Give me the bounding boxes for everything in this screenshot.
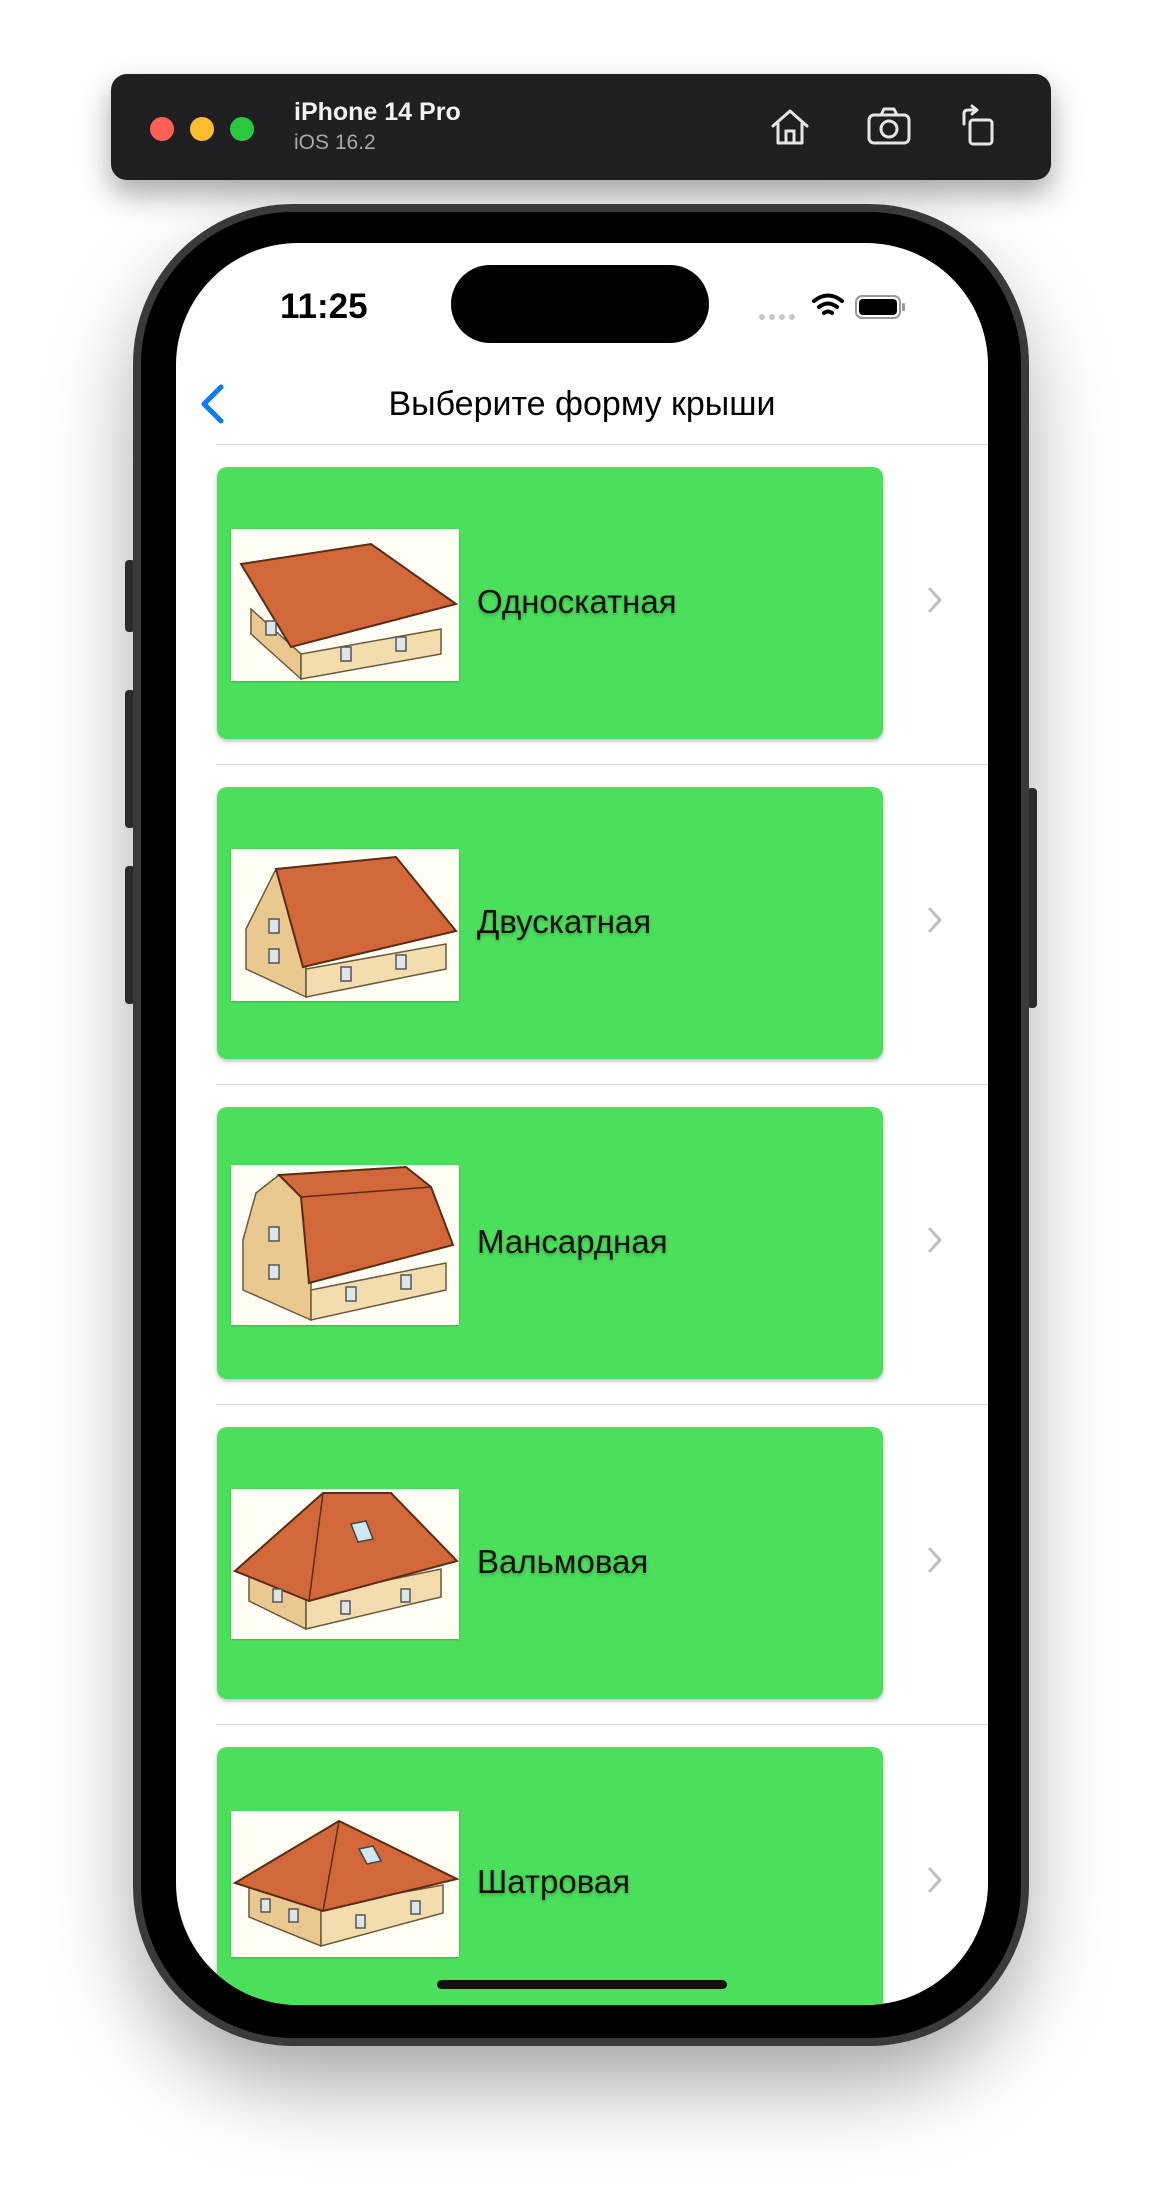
- minimize-window-button[interactable]: [190, 117, 214, 141]
- roof-label: Мансардная: [477, 1223, 668, 1260]
- device-name: iPhone 14 Pro: [294, 98, 461, 126]
- roof-label: Шатровая: [477, 1863, 631, 1900]
- roof-card[interactable]: Односкатная: [217, 467, 883, 739]
- roof-card[interactable]: Двускатная: [217, 787, 883, 1059]
- roof-image: [231, 1489, 459, 1639]
- roof-card[interactable]: Мансардная: [217, 1107, 883, 1379]
- roof-type-list: Односкатная Двускатная Мансардная Вальмо…: [176, 445, 988, 2005]
- status-time: 11:25: [280, 287, 368, 326]
- home-indicator[interactable]: [437, 1980, 727, 1989]
- roof-card[interactable]: Вальмовая: [217, 1427, 883, 1699]
- chevron-right-icon: [928, 587, 942, 613]
- roof-label: Односкатная: [477, 583, 677, 620]
- signal-icon: [759, 314, 795, 320]
- list-item[interactable]: Двускатная: [176, 765, 988, 1085]
- list-item[interactable]: Шатровая: [176, 1725, 988, 2005]
- zoom-window-button[interactable]: [230, 117, 254, 141]
- navigation-bar: Выберите форму крыши: [176, 363, 988, 445]
- close-window-button[interactable]: [150, 117, 174, 141]
- roof-card[interactable]: Шатровая: [217, 1747, 883, 2005]
- roof-image: [231, 1811, 459, 1957]
- rotate-icon[interactable]: [954, 102, 1004, 152]
- roof-image: [231, 849, 459, 1001]
- status-icons: [756, 287, 906, 327]
- roof-image: [231, 529, 459, 681]
- simulator-toolbar: iPhone 14 Pro iOS 16.2: [111, 74, 1051, 180]
- list-item[interactable]: Вальмовая: [176, 1405, 988, 1725]
- home-icon[interactable]: [765, 102, 815, 152]
- roof-label: Вальмовая: [477, 1543, 649, 1580]
- chevron-right-icon: [928, 907, 942, 933]
- dynamic-island: [451, 265, 709, 343]
- os-version: iOS 16.2: [294, 131, 376, 154]
- phone-screen: 11:25 Выберите форму крыши Односкатная Д…: [176, 243, 988, 2005]
- chevron-right-icon: [928, 1227, 942, 1253]
- roof-label: Двускатная: [477, 903, 652, 940]
- list-item[interactable]: Мансардная: [176, 1085, 988, 1405]
- roof-image: [231, 1165, 459, 1325]
- list-item[interactable]: Односкатная: [176, 445, 988, 765]
- chevron-right-icon: [928, 1547, 942, 1573]
- screenshot-icon[interactable]: [864, 102, 914, 152]
- wifi-icon: [812, 293, 844, 315]
- chevron-right-icon: [928, 1867, 942, 1893]
- battery-icon: [855, 295, 905, 319]
- page-title: Выберите форму крыши: [388, 385, 776, 423]
